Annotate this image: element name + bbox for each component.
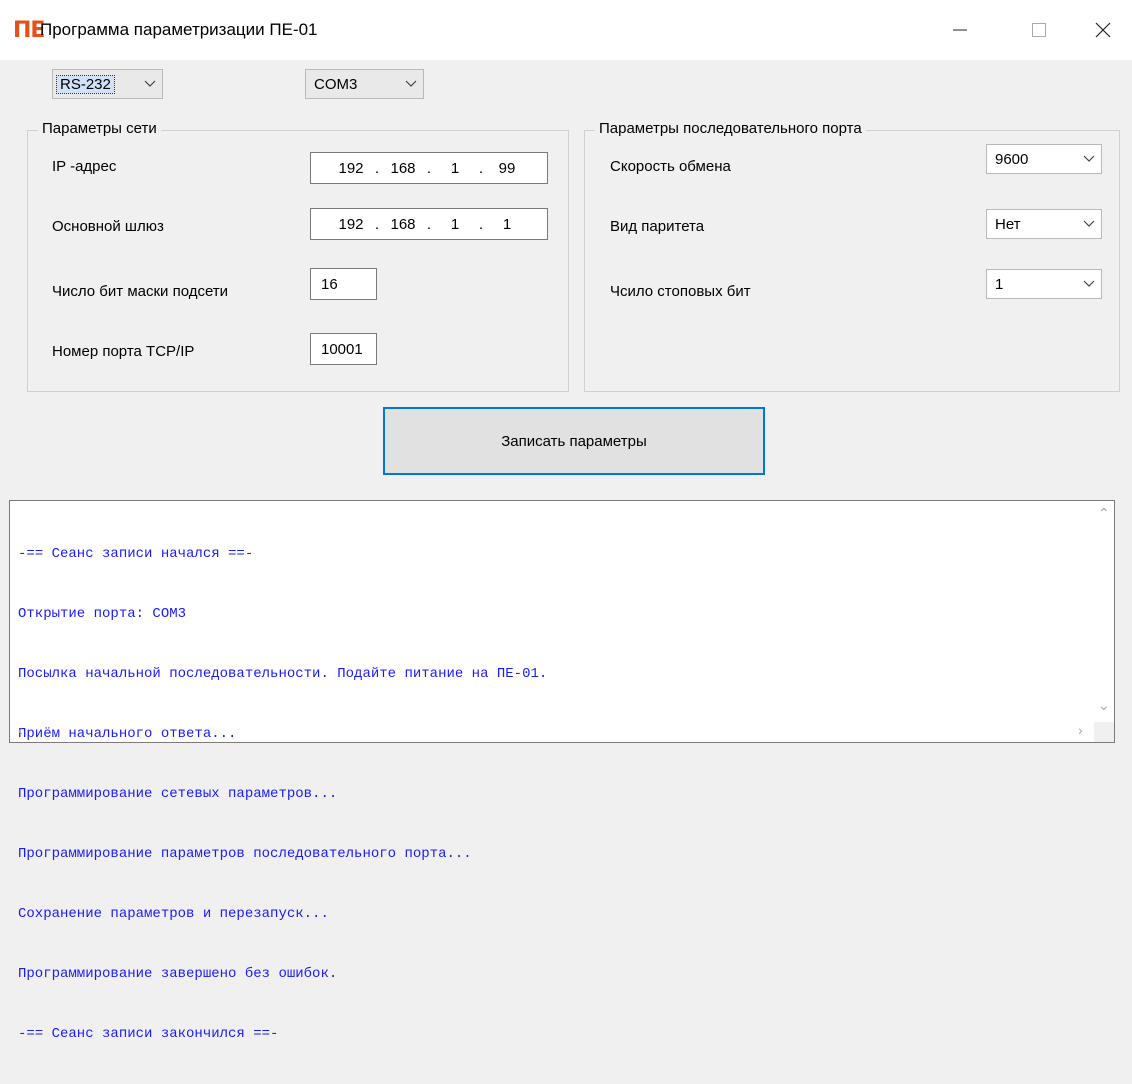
ip-label: IP -адрес [52,158,117,175]
stopbits-select-value: 1 [995,275,1004,293]
chevron-down-icon [1077,155,1101,163]
port-select[interactable]: COM3 [305,69,424,99]
scroll-down-icon[interactable]: ⌄ [1098,697,1110,714]
mask-input[interactable]: 16 [310,268,377,300]
gateway-label: Основной шлюз [52,218,164,235]
close-icon [1095,22,1111,38]
minimize-button[interactable] [937,8,983,52]
log-line: -== Сеанс записи закончился ==- [18,1026,279,1042]
interface-select-value: RS-232 [56,74,115,94]
ip-octet: 1 [450,159,460,177]
tcp-port-label: Номер порта TCP/IP [52,343,195,360]
log-line: Программирование завершено без ошибок. [18,966,338,982]
scroll-up-icon[interactable]: ⌃ [1098,505,1110,522]
ip-octet: 99 [498,159,516,177]
maximize-button[interactable] [1016,8,1062,52]
log-line: Открытие порта: COM3 [18,606,187,622]
tcp-port-input[interactable]: 10001 [310,333,377,365]
speed-label: Скорость обмена [610,158,731,175]
tcp-port-value: 10001 [321,340,363,358]
log-line: Сохранение параметров и перезапуск... [18,906,329,922]
speed-select[interactable]: 9600 [986,144,1102,174]
log-line: Посылка начальной последовательности. По… [18,666,548,682]
ip-octet: 168 [390,159,416,177]
log-output[interactable]: -== Сеанс записи начался ==- Открытие по… [9,500,1115,1042]
ip-address-input[interactable]: 192. 168. 1. 99 [310,152,548,184]
minimize-icon [953,29,967,31]
log-line: -== Сеанс записи начался ==- [18,546,254,562]
chevron-down-icon [1077,220,1101,228]
scroll-right-icon[interactable]: › [1078,722,1083,738]
mask-value: 16 [321,275,338,293]
scrollbar-corner [1094,722,1114,742]
gateway-octet: 1 [502,215,512,233]
interface-select[interactable]: RS-232 [52,69,163,99]
serial-group-legend: Параметры последовательного порта [595,120,866,137]
close-button[interactable] [1080,8,1126,52]
gateway-octet: 1 [450,215,460,233]
chevron-down-icon [138,80,162,88]
write-parameters-button[interactable]: Записать параметры [383,407,765,475]
chevron-down-icon [1077,280,1101,288]
gateway-octet: 168 [390,215,416,233]
maximize-icon [1032,23,1046,37]
ip-octet: 192 [338,159,364,177]
parity-select-value: Нет [995,215,1021,233]
scroll-left-icon[interactable]: ‹ [18,722,23,738]
window-title: Программа параметризации ПЕ-01 [40,20,318,39]
parity-label: Вид паритета [610,218,705,235]
speed-select-value: 9600 [995,150,1029,168]
stopbits-select[interactable]: 1 [986,269,1102,299]
title-bar: ПЕ Программа параметризации ПЕ-01 [0,0,1132,60]
parity-select[interactable]: Нет [986,209,1102,239]
vertical-scrollbar[interactable]: ⌃ ⌄ [1094,501,1114,721]
network-group-legend: Параметры сети [38,120,161,137]
horizontal-scrollbar[interactable]: ‹ › [10,722,1096,742]
log-line: Программирование сетевых параметров... [18,786,338,802]
log-line: Программирование параметров последовател… [18,846,472,862]
gateway-octet: 192 [338,215,364,233]
mask-label: Число бит маски подсети [52,283,229,300]
gateway-input[interactable]: 192. 168. 1. 1 [310,208,548,240]
stopbits-label: Чсило стоповых бит [610,283,751,300]
chevron-down-icon [399,80,423,88]
log-lines: -== Сеанс записи начался ==- Открытие по… [18,504,547,1084]
port-select-value: COM3 [314,75,358,93]
